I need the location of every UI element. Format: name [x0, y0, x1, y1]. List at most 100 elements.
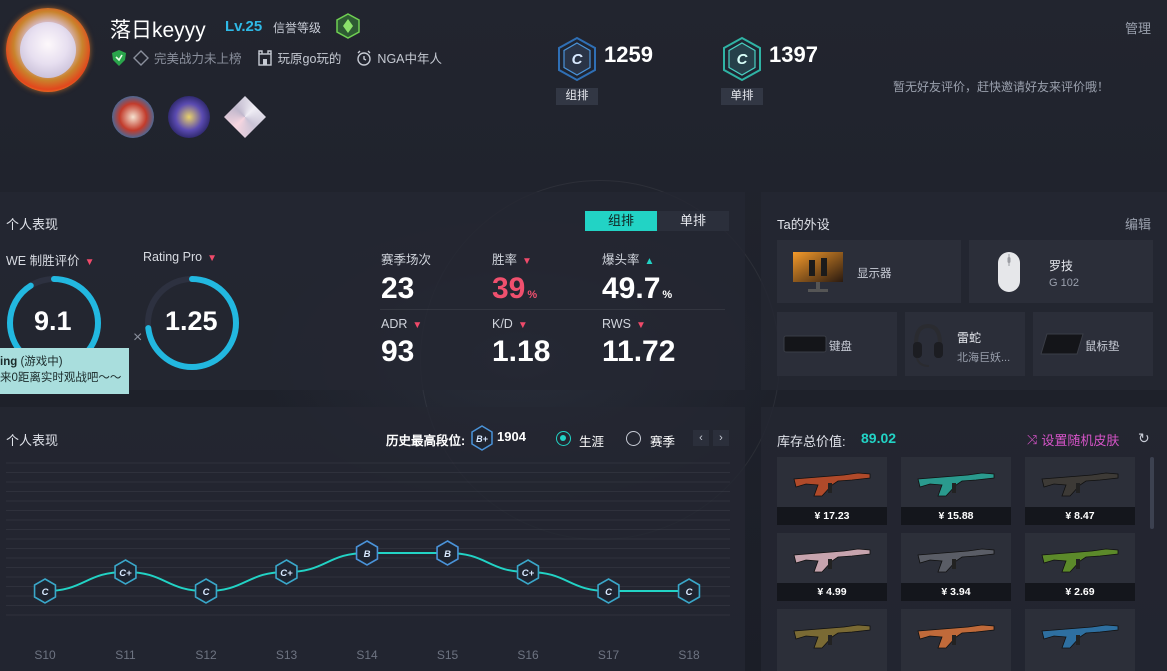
rank-node[interactable]: B — [436, 540, 459, 566]
tab-solo[interactable]: 单排 — [657, 211, 729, 231]
skin-card[interactable]: ¥ 2.69 — [1025, 533, 1135, 601]
next-page-button[interactable]: › — [713, 430, 729, 446]
season-tick-label: S17 — [598, 648, 620, 662]
skin-card[interactable]: ¥ 8.47 — [1025, 457, 1135, 525]
sort-down-icon[interactable]: ▼ — [412, 320, 422, 331]
credit-label: 信誉等级 — [273, 21, 322, 35]
sort-down-icon[interactable]: ▼ — [522, 256, 532, 267]
stat-value: 1.18 — [492, 335, 550, 369]
weapon-skin-icon — [1041, 472, 1119, 497]
skin-price: ¥ 17.23 — [777, 507, 887, 525]
rating-value: 1.25 — [165, 306, 218, 336]
friend-eval-text: 暂无好友评价，赶快邀请好友来评价哦！ — [893, 80, 1110, 94]
stat-value-text: 23 — [381, 272, 415, 305]
rank-group[interactable]: C 1259 组排 — [556, 36, 653, 105]
stat-label: 爆头率 ▲ — [602, 249, 672, 268]
gear-edit-link[interactable]: 编辑 — [1125, 214, 1151, 233]
sort-down-icon: ▼ — [84, 257, 95, 268]
stat-unit: % — [662, 289, 673, 301]
random-skin-button[interactable]: ⤨ 设置随机皮肤 — [1027, 430, 1119, 449]
weapon-skin-icon — [793, 548, 871, 573]
prev-page-button[interactable]: ‹ — [693, 430, 709, 446]
diamond-badge[interactable] — [224, 96, 266, 138]
history-high-score: 1904 — [497, 429, 526, 444]
inventory-scrollbar[interactable] — [1150, 457, 1154, 529]
weapon-skin-icon — [793, 624, 871, 649]
stat-label-text: 胜率 — [492, 253, 518, 267]
monitor-icon — [793, 252, 843, 292]
weapon-skin-icon — [917, 624, 995, 649]
rank-solo[interactable]: C 1397 单排 — [721, 36, 818, 105]
username: 落日keyyy — [110, 19, 206, 42]
skin-card[interactable] — [777, 609, 887, 671]
opera-mask-badge[interactable] — [112, 96, 154, 138]
gear-headset[interactable]: 雷蛇 北海巨妖... — [905, 312, 1025, 376]
sort-down-icon[interactable]: ▼ — [518, 320, 528, 331]
stat-headshot: 爆头率 ▲ 49.7% — [602, 249, 672, 306]
stat-value: 23 — [381, 272, 431, 306]
gear-mousepad[interactable]: 鼠标垫 — [1033, 312, 1153, 376]
rank-node-grade: C — [42, 587, 49, 598]
tooltip-line2: 来0距离实时观战吧～～ — [0, 372, 122, 384]
stat-label-text: RWS — [602, 317, 631, 331]
radio-season[interactable] — [626, 431, 641, 446]
history-high-label: 历史最高段位: — [386, 434, 466, 448]
skin-card[interactable] — [1025, 609, 1135, 671]
skin-card[interactable]: ¥ 17.23 — [777, 457, 887, 525]
we-label-wrap[interactable]: WE 制胜评价 ▼ — [6, 250, 95, 269]
avatar[interactable] — [6, 8, 90, 92]
tag-fort[interactable]: 玩原go玩的 — [256, 48, 341, 67]
gear-title: Ta的外设 — [777, 217, 830, 232]
weapon-skin-icon — [917, 548, 995, 573]
rank-node[interactable]: B — [355, 540, 379, 566]
rating-label-wrap[interactable]: Rating Pro ▼ — [143, 250, 217, 264]
diamond-rank-icon — [133, 49, 149, 66]
manage-link[interactable]: 管理 — [1125, 18, 1151, 37]
tab-group[interactable]: 组排 — [585, 211, 657, 231]
radio-career-label[interactable]: 生涯 — [579, 431, 604, 450]
rank-node[interactable]: C — [194, 578, 218, 604]
rank-node[interactable]: C+ — [516, 559, 540, 585]
season-tick-label: S11 — [115, 648, 136, 662]
skin-card[interactable] — [901, 609, 1011, 671]
sort-up-icon[interactable]: ▲ — [645, 256, 655, 267]
skin-card[interactable]: ¥ 4.99 — [777, 533, 887, 601]
rank-node-grade: C+ — [280, 568, 293, 579]
live-watch-tooltip[interactable]: ing (游戏中) 来0距离实时观战吧～～ — [0, 348, 129, 394]
mousepad-icon — [1040, 333, 1084, 355]
badge-row — [112, 96, 266, 138]
skin-price: ¥ 4.99 — [777, 583, 887, 601]
season-tick-label: S14 — [356, 648, 378, 662]
sort-down-icon[interactable]: ▼ — [636, 320, 646, 331]
rank-node[interactable]: C — [677, 578, 701, 604]
rank-history-chart: C C+ C C+ B B C+ C C S10 S11 S12 S13 S14 S15 S16 S17 S18 — [6, 462, 730, 662]
refresh-icon[interactable]: ↻ — [1138, 430, 1150, 447]
rank-node[interactable]: C — [597, 578, 620, 604]
rank-node[interactable]: C+ — [114, 559, 137, 585]
gear-mouse-sub: G 102 — [1049, 277, 1079, 289]
tag-perfect[interactable]: 完美战力未上榜 — [110, 48, 242, 67]
gear-mouse[interactable]: 罗技 G 102 — [969, 240, 1153, 303]
tooltip-line1: ing (游戏中) — [0, 354, 129, 370]
rank-node[interactable]: C — [33, 578, 57, 604]
stat-value-text: 11.72 — [602, 335, 676, 368]
weapon-skin-icon — [1041, 624, 1119, 649]
performance-title: 个人表现 — [6, 217, 59, 232]
rank-solo-score: 1397 — [769, 42, 818, 67]
gear-monitor[interactable]: 显示器 — [777, 240, 961, 303]
radio-career[interactable] — [556, 431, 571, 446]
gear-headset-sub: 北海巨妖... — [957, 352, 1011, 364]
tag-nga[interactable]: NGA中年人 — [355, 48, 442, 67]
skin-card[interactable]: ¥ 3.94 — [901, 533, 1011, 601]
stat-label: 赛季场次 — [381, 249, 431, 268]
rank-node[interactable]: C+ — [275, 559, 298, 585]
credit-shield-icon[interactable] — [335, 13, 361, 39]
compare-cross-icon[interactable]: × — [133, 329, 142, 347]
tooltip-line1-rest: (游戏中) — [17, 356, 63, 368]
gear-keyboard[interactable]: 键盘 — [777, 312, 897, 376]
skin-card[interactable]: ¥ 15.88 — [901, 457, 1011, 525]
rating-label: Rating Pro — [143, 250, 203, 264]
stat-label: K/D ▼ — [492, 317, 550, 331]
radio-season-label[interactable]: 赛季 — [650, 431, 675, 450]
planet-badge[interactable] — [168, 96, 210, 138]
